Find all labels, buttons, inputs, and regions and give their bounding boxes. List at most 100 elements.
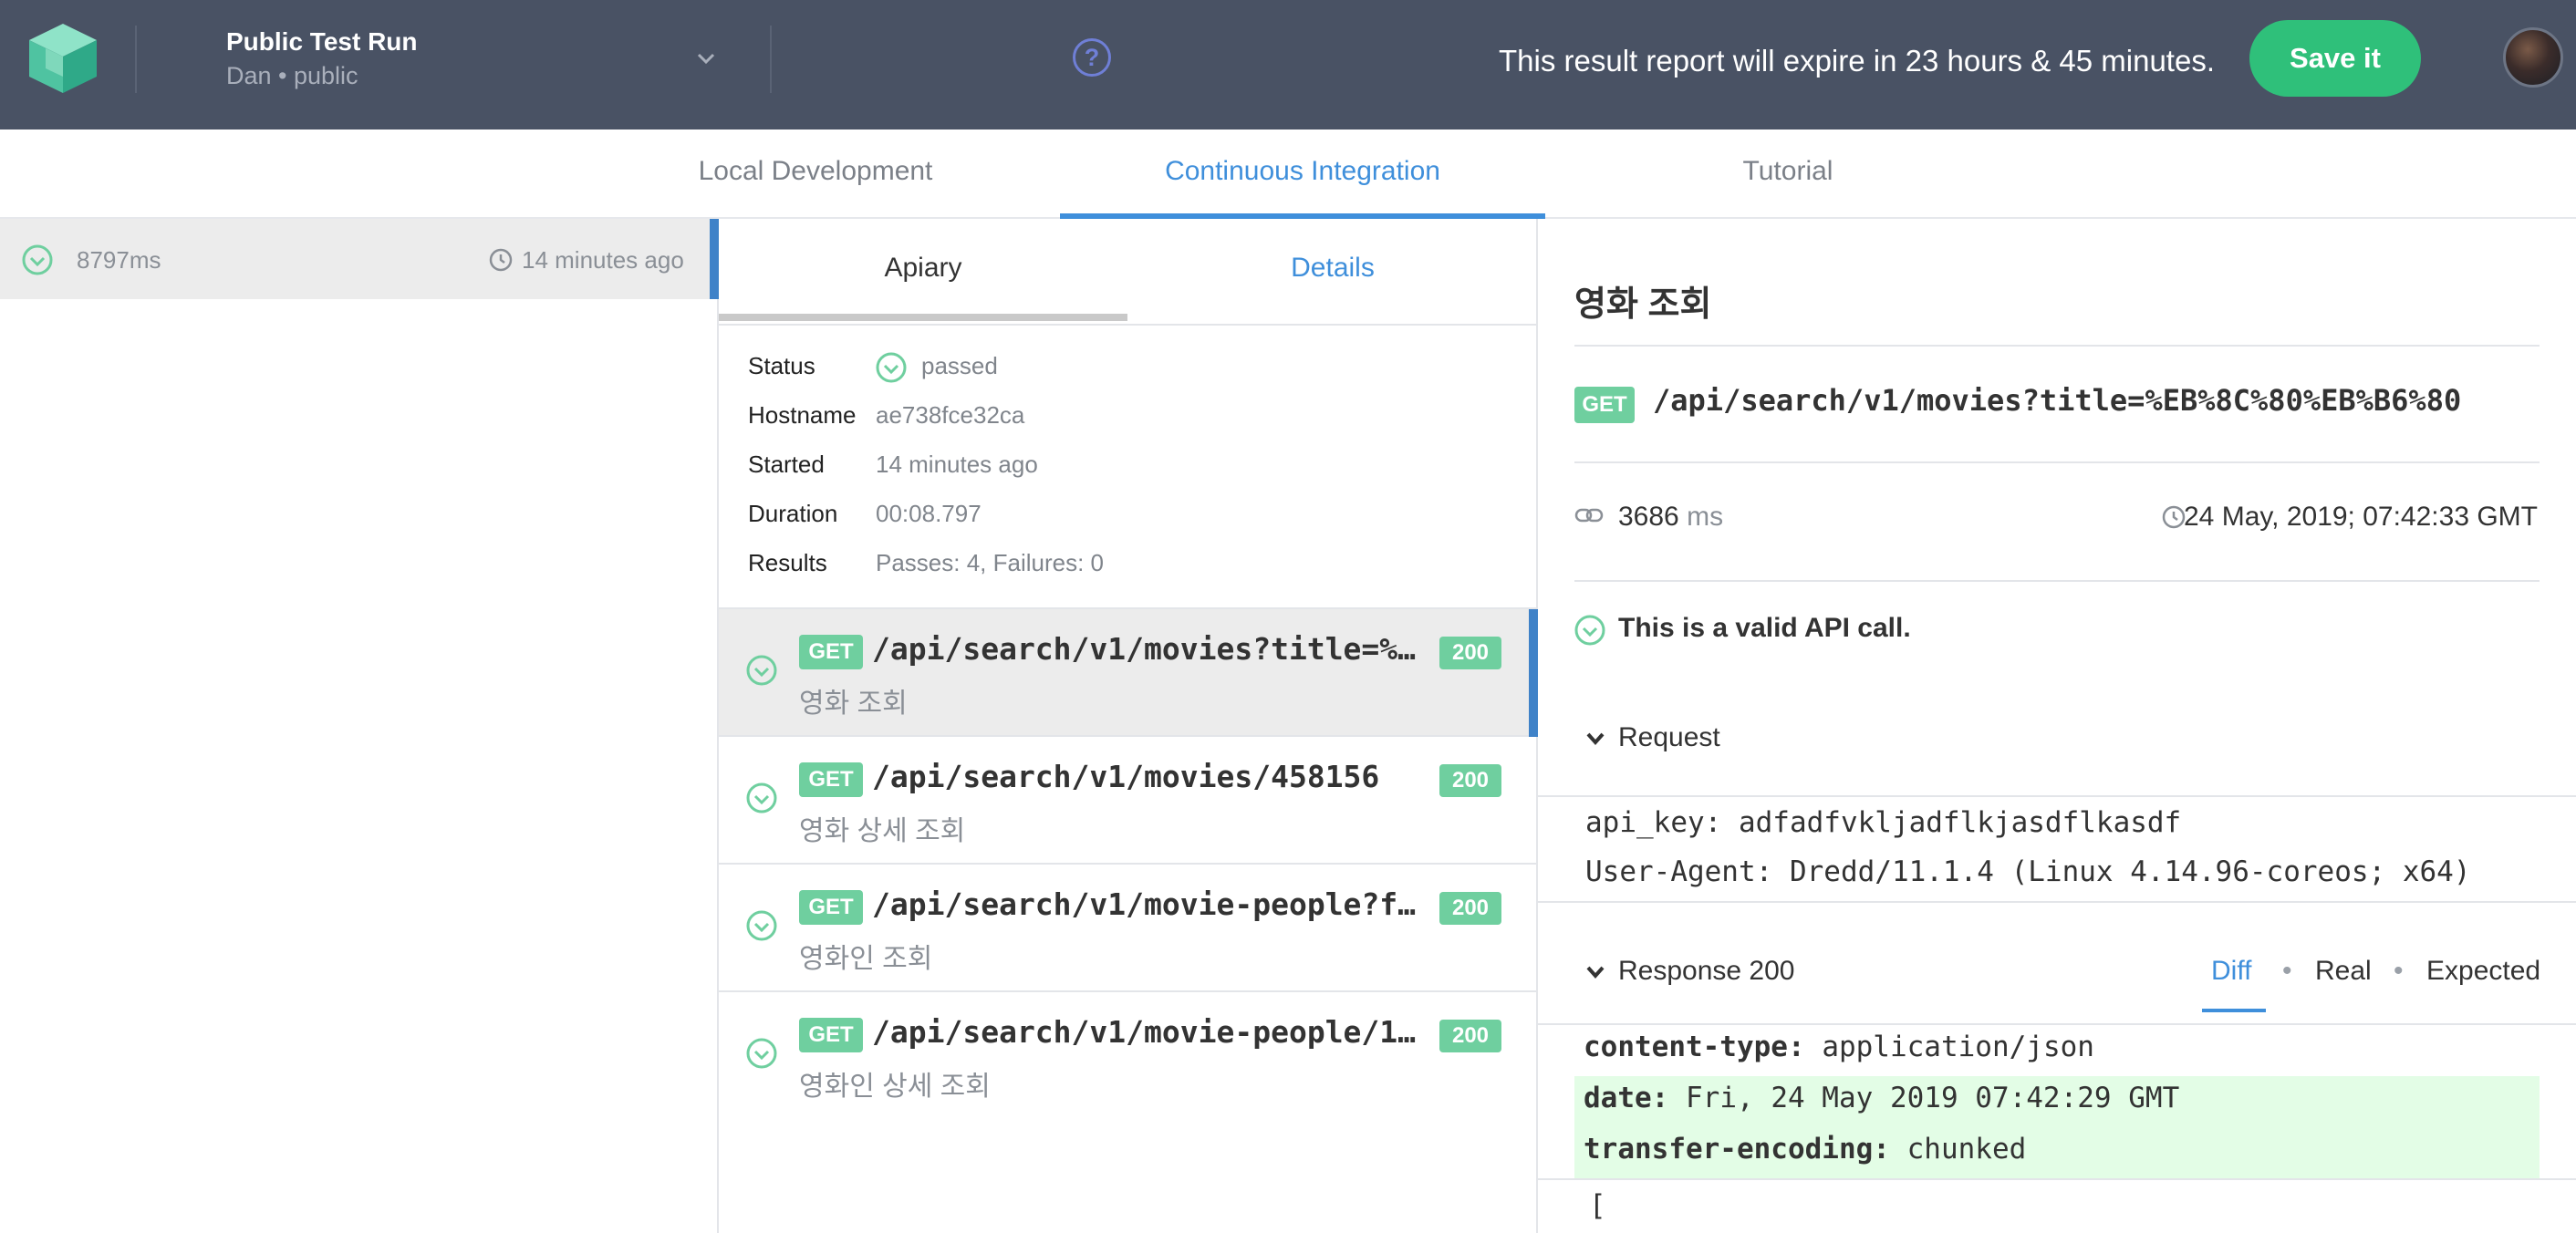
request-header-line: User-Agent: Dredd/11.1.4 (Linux 4.14.96-… [1585, 855, 2471, 888]
check-circle-icon [746, 1038, 777, 1069]
meta-started-value: 14 minutes ago [876, 451, 1038, 478]
divider [719, 324, 1538, 326]
header-value: Fri, 24 May 2019 07:42:29 GMT [1686, 1082, 2180, 1114]
transaction-timestamp: 24 May, 2019; 07:42:33 GMT [2184, 502, 2538, 532]
meta-results-label: Results [748, 549, 827, 576]
response-header-line: content-type: application/json [1584, 1031, 2094, 1063]
check-circle-icon [746, 910, 777, 941]
run-time-ago: 14 minutes ago [522, 246, 684, 274]
response-label: Response 200 [1618, 956, 1795, 986]
selected-indicator [1529, 609, 1538, 737]
expire-notice: This result report will expire in 23 hou… [1498, 44, 2215, 78]
request-name: 영화 상세 조회 [799, 816, 966, 846]
header-key: date: [1584, 1082, 1669, 1114]
meta-started-label: Started [748, 451, 825, 478]
tab-expected[interactable]: Expected [2426, 956, 2540, 987]
divider [1574, 580, 2540, 582]
duration-unit: ms [1687, 502, 1724, 532]
run-subtitle: Dan • public [226, 62, 358, 89]
request-path: /api/search/v1/movie-people/10087253 [872, 1014, 1419, 1050]
request-item[interactable]: GET /api/search/v1/movies?title=%EB%8C%8… [719, 609, 1538, 737]
validity-message: This is a valid API call. [1618, 613, 1911, 643]
tab-tutorial[interactable]: Tutorial [1605, 130, 1970, 219]
clock-icon [2162, 505, 2186, 529]
header-value: chunked [1906, 1133, 2027, 1166]
status-code-badge: 200 [1439, 1020, 1501, 1052]
request-toggle[interactable]: Request [1585, 722, 1720, 753]
response-body-line: [ [1589, 1189, 1606, 1222]
transaction-detail: 영화 조회 GET /api/search/v1/movies?title=%E… [1538, 219, 2576, 1233]
run-title[interactable]: Public Test Run [226, 27, 418, 57]
request-name: 영화인 조회 [799, 944, 933, 974]
status-code-badge: 200 [1439, 892, 1501, 925]
method-badge: GET [799, 1018, 863, 1052]
request-headers: api_key: adfadfvkljadflkjasdflkasdf User… [1538, 795, 2576, 903]
save-button[interactable]: Save it [2249, 20, 2421, 97]
request-item[interactable]: GET /api/search/v1/movies/458156 영화 상세 조… [719, 737, 1538, 865]
meta-status-label: Status [748, 352, 815, 379]
top-header: Public Test Run Dan • public ? This resu… [0, 0, 2576, 130]
meta-duration-label: Duration [748, 500, 838, 527]
run-row[interactable]: 8797ms 14 minutes ago [0, 219, 719, 299]
method-badge: GET [799, 890, 863, 925]
request-label: Request [1618, 722, 1720, 752]
status-code-badge: 200 [1439, 764, 1501, 797]
request-name: 영화 조회 [799, 689, 908, 719]
request-item[interactable]: GET /api/search/v1/movie-people/10087253… [719, 992, 1538, 1120]
link-icon [1574, 508, 1604, 523]
transaction-path: /api/search/v1/movies?title=%EB%8C%80%EB… [1653, 383, 2462, 418]
tab-diff[interactable]: Diff [2211, 956, 2251, 987]
check-circle-icon [22, 244, 53, 275]
meta-hostname-label: Hostname [748, 401, 857, 429]
request-path: /api/search/v1/movie-people?filmography=… [872, 886, 1419, 922]
apiary-logo-icon[interactable] [26, 22, 100, 95]
status-code-badge: 200 [1439, 637, 1501, 669]
method-badge: GET [799, 762, 863, 797]
run-detail-panel: Apiary Details Status passed Hostname ae… [719, 219, 1538, 1233]
chevron-down-icon [1586, 732, 1605, 746]
method-badge: GET [1574, 387, 1635, 423]
request-path: /api/search/v1/movies?title=%EB%8C%80%EB… [872, 631, 1419, 667]
request-path: /api/search/v1/movies/458156 [872, 759, 1380, 794]
method-badge: GET [799, 635, 863, 669]
header-key: content-type: [1584, 1031, 1805, 1063]
tab-real[interactable]: Real [2315, 956, 2372, 987]
run-duration: 8797ms [77, 246, 161, 274]
tab-details[interactable]: Details [1127, 219, 1538, 325]
chevron-down-icon[interactable] [693, 46, 719, 71]
response-toggle[interactable]: Response 200 [1585, 956, 1794, 987]
header-divider [770, 26, 772, 93]
response-header-line: transfer-encoding: chunked [1584, 1133, 2026, 1166]
request-name: 영화인 상세 조회 [799, 1072, 991, 1102]
header-key: transfer-encoding: [1584, 1133, 1890, 1166]
transaction-duration: 3686 ms [1618, 502, 1723, 533]
clock-icon [489, 248, 513, 272]
response-header-line: date: Fri, 24 May 2019 07:42:29 GMT [1584, 1082, 2179, 1114]
runs-list: 8797ms 14 minutes ago [0, 219, 719, 1233]
divider [1538, 1023, 2576, 1025]
check-circle-icon [1574, 615, 1605, 646]
user-avatar[interactable] [2503, 27, 2563, 88]
help-icon[interactable]: ? [1073, 38, 1111, 77]
request-header-line: api_key: adfadfvkljadflkjasdflkasdf [1585, 806, 2182, 839]
header-value: application/json [1822, 1031, 2094, 1063]
meta-results-value: Passes: 4, Failures: 0 [876, 549, 1104, 576]
divider [1538, 1178, 2576, 1180]
check-circle-icon [876, 352, 907, 383]
meta-duration-value: 00:08.797 [876, 500, 982, 527]
header-divider [135, 26, 137, 93]
separator-dot: • [2282, 956, 2292, 986]
selected-indicator [710, 219, 719, 299]
duration-value: 3686 [1618, 502, 1679, 532]
meta-status-value: passed [921, 352, 998, 379]
request-item[interactable]: GET /api/search/v1/movie-people?filmogra… [719, 865, 1538, 992]
chevron-down-icon [1586, 966, 1605, 979]
divider [1574, 461, 2540, 463]
tab-continuous-integration[interactable]: Continuous Integration [1060, 130, 1545, 219]
check-circle-icon [746, 655, 777, 686]
main-tabs: Local Development Continuous Integration… [0, 130, 2576, 219]
check-circle-icon [746, 782, 777, 813]
tab-local-development[interactable]: Local Development [635, 130, 996, 219]
meta-hostname-value: ae738fce32ca [876, 401, 1025, 429]
tab-apiary[interactable]: Apiary [719, 219, 1127, 325]
